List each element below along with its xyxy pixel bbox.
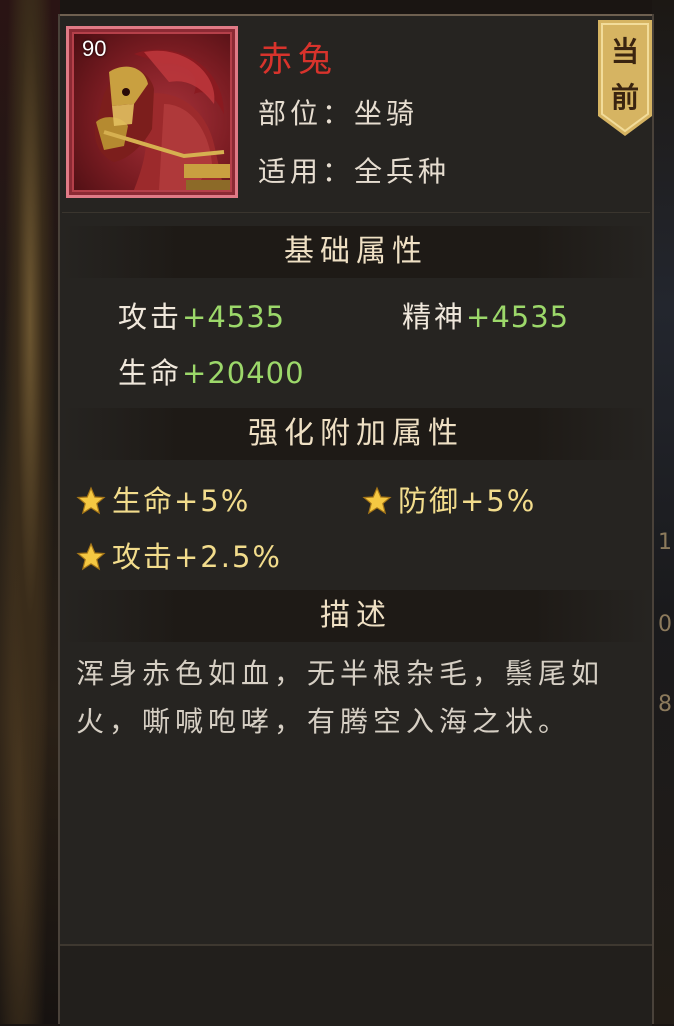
usable-label: 适用： (258, 155, 355, 188)
item-name: 赤兔 (258, 40, 338, 80)
bonus-health: 生命+5% (76, 478, 250, 520)
stat-value: +20400 (182, 356, 305, 390)
stat-health: 生命+20400 (118, 350, 305, 392)
description-header: 描述 (62, 590, 650, 642)
item-usable-row: 适用：全兵种 (258, 150, 450, 190)
bonus-text: 防御+5% (398, 484, 537, 518)
stat-value: +4535 (182, 300, 286, 334)
bonus-attack: 攻击+2.5% (76, 534, 282, 576)
current-equipped-tag: 当 前 (598, 20, 652, 136)
stat-label: 攻击 (118, 300, 183, 334)
item-slot-row: 部位：坐骑 (258, 92, 418, 132)
panel-footer (60, 944, 652, 1026)
divider (62, 212, 650, 213)
stat-spirit: 精神+4535 (402, 294, 569, 336)
side-glyph: 1 (658, 530, 672, 555)
enhance-attributes-header: 强化附加属性 (62, 408, 650, 460)
background-right-edge: 1 0 8 (652, 0, 674, 1024)
slot-value: 坐骑 (354, 97, 419, 130)
background-hero-art-left (0, 0, 60, 1024)
bonus-text: 攻击+2.5% (112, 540, 282, 574)
side-glyph: 0 (658, 612, 672, 637)
stat-label: 生命 (118, 356, 183, 390)
stat-label: 精神 (402, 300, 467, 334)
current-tag-char-1: 当 (610, 35, 639, 68)
star-icon (76, 486, 106, 515)
current-tag-char-2: 前 (610, 81, 639, 114)
stat-attack: 攻击+4535 (118, 294, 285, 336)
item-level-badge: 90 (82, 36, 107, 61)
bonus-defense: 防御+5% (362, 478, 536, 520)
usable-value: 全兵种 (354, 155, 451, 188)
description-text: 浑身赤色如血，无半根杂毛，鬃尾如火，嘶喊咆哮，有腾空入海之状。 (76, 657, 605, 738)
star-icon (76, 542, 106, 571)
stat-value: +4535 (466, 300, 570, 334)
bonus-text: 生命+5% (112, 484, 251, 518)
slot-label: 部位： (258, 97, 355, 130)
panel-top-border (60, 14, 652, 16)
star-icon (362, 486, 392, 515)
base-attributes-header: 基础属性 (62, 226, 650, 278)
side-glyph: 8 (658, 692, 672, 717)
